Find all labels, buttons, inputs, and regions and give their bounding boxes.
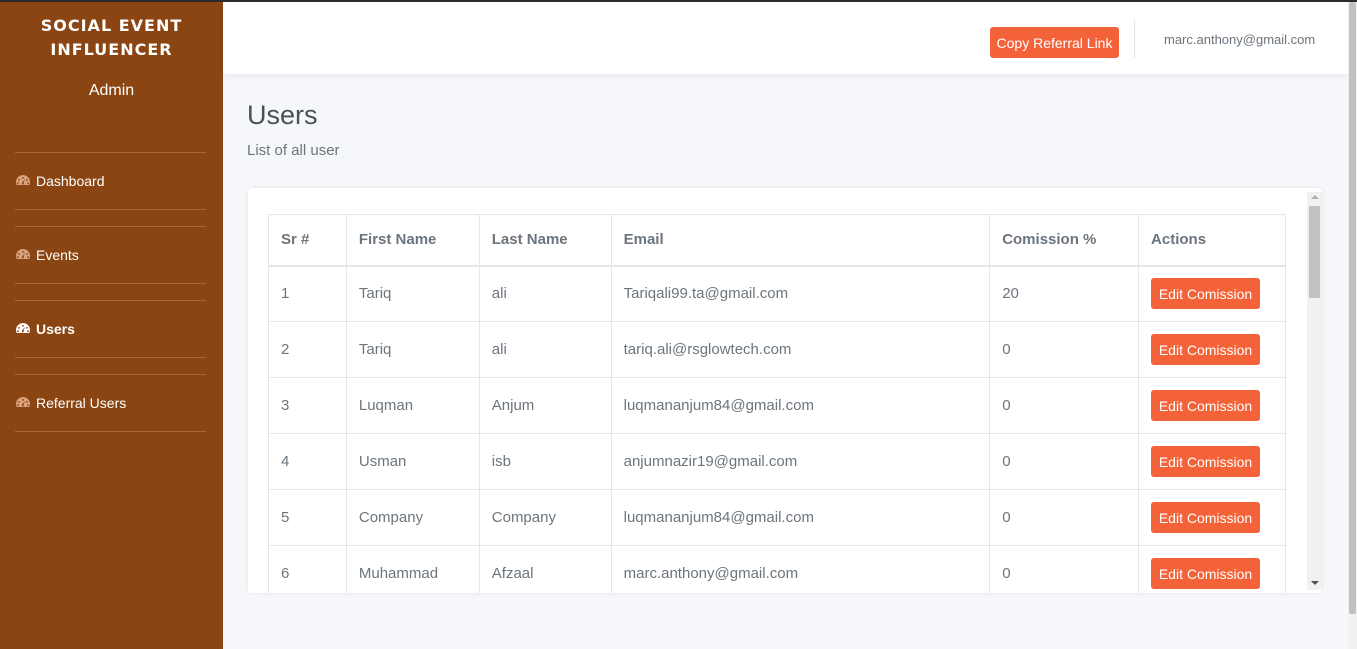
sidebar-item-dashboard[interactable]: Dashboard bbox=[15, 173, 105, 189]
edit-commission-button[interactable]: Edit Comission bbox=[1151, 334, 1261, 365]
sidebar-group-users: Users bbox=[15, 300, 206, 358]
scroll-up-arrow-icon[interactable] bbox=[1311, 195, 1319, 199]
top-header: Copy Referral Link marc.anthony@gmail.co… bbox=[223, 2, 1348, 74]
cell-sr: 4 bbox=[268, 433, 347, 490]
table-row: 3 Luqman Anjum luqmananjum84@gmail.com 0… bbox=[268, 377, 1286, 434]
page-scrollbar-thumb[interactable] bbox=[1349, 2, 1356, 614]
table-row: 5 Company Company luqmananjum84@gmail.co… bbox=[268, 489, 1286, 546]
cell-commission: 0 bbox=[989, 321, 1140, 378]
user-email-menu[interactable]: marc.anthony@gmail.com bbox=[1164, 32, 1315, 47]
brand-line-1: SOCIAL EVENT bbox=[40, 16, 183, 35]
cell-last-name: Company bbox=[478, 489, 612, 546]
cell-email: tariq.ali@rsglowtech.com bbox=[610, 321, 991, 378]
copy-referral-link-button[interactable]: Copy Referral Link bbox=[990, 27, 1119, 58]
column-header-first-name[interactable]: First Name bbox=[345, 214, 480, 267]
page-title: Users bbox=[247, 100, 318, 130]
column-header-sr[interactable]: Sr # bbox=[268, 214, 347, 267]
cell-sr: 6 bbox=[268, 545, 347, 593]
column-header-actions: Actions bbox=[1138, 214, 1286, 267]
sidebar-item-users[interactable]: Users bbox=[15, 321, 75, 337]
table-scrollbar[interactable] bbox=[1307, 192, 1322, 590]
cell-first-name: Luqman bbox=[345, 377, 480, 434]
cell-commission: 0 bbox=[989, 377, 1140, 434]
cell-commission: 0 bbox=[989, 433, 1140, 490]
cell-sr: 3 bbox=[268, 377, 347, 434]
cell-last-name: Afzaal bbox=[478, 545, 612, 593]
sidebar-item-events[interactable]: Events bbox=[15, 247, 79, 263]
table-row: 4 Usman isb anjumnazir19@gmail.com 0 Edi… bbox=[268, 433, 1286, 490]
table-row: 2 Tariq ali tariq.ali@rsglowtech.com 0 E… bbox=[268, 321, 1286, 378]
user-role: Admin bbox=[88, 82, 135, 99]
column-header-email[interactable]: Email bbox=[610, 214, 991, 267]
edit-commission-button[interactable]: Edit Comission bbox=[1151, 502, 1261, 533]
cell-email: anjumnazir19@gmail.com bbox=[610, 433, 991, 490]
cell-email: marc.anthony@gmail.com bbox=[610, 545, 991, 593]
cell-sr: 5 bbox=[268, 489, 347, 546]
sidebar-item-label: Dashboard bbox=[36, 173, 105, 189]
sidebar-nav: Dashboard Events Users Referral Users bbox=[15, 152, 206, 448]
table-row: 1 Tariq ali Tariqali99.ta@gmail.com 20 E… bbox=[268, 265, 1286, 322]
scroll-down-arrow-icon[interactable] bbox=[1311, 581, 1319, 585]
dashboard-gauge-icon bbox=[15, 395, 31, 411]
cell-actions: Edit Comission bbox=[1138, 377, 1286, 434]
column-header-last-name[interactable]: Last Name bbox=[478, 214, 612, 267]
cell-actions: Edit Comission bbox=[1138, 489, 1286, 546]
cell-actions: Edit Comission bbox=[1138, 265, 1286, 322]
cell-commission: 0 bbox=[989, 489, 1140, 546]
cell-first-name: Tariq bbox=[345, 265, 480, 322]
page-subtitle: List of all user bbox=[247, 142, 340, 159]
edit-commission-button[interactable]: Edit Comission bbox=[1151, 446, 1261, 477]
cell-actions: Edit Comission bbox=[1138, 321, 1286, 378]
edit-commission-button[interactable]: Edit Comission bbox=[1151, 558, 1261, 589]
sidebar-group-referral-users: Referral Users bbox=[15, 374, 206, 432]
brand-logo-text[interactable]: SOCIAL EVENT INFLUENCER bbox=[0, 2, 223, 62]
sidebar-group-events: Events bbox=[15, 226, 206, 284]
cell-email: Tariqali99.ta@gmail.com bbox=[610, 265, 991, 322]
cell-commission: 0 bbox=[989, 545, 1140, 593]
page-scrollbar[interactable] bbox=[1348, 2, 1357, 649]
edit-commission-button[interactable]: Edit Comission bbox=[1151, 390, 1261, 421]
cell-commission: 20 bbox=[989, 265, 1140, 322]
cell-email: luqmananjum84@gmail.com bbox=[610, 377, 991, 434]
users-table: Sr # First Name Last Name Email Comissio… bbox=[268, 214, 1286, 593]
sidebar-item-label: Users bbox=[36, 321, 75, 337]
cell-first-name: Usman bbox=[345, 433, 480, 490]
cell-sr: 2 bbox=[268, 321, 347, 378]
cell-first-name: Company bbox=[345, 489, 480, 546]
column-header-commission[interactable]: Comission % bbox=[989, 214, 1140, 267]
cell-email: luqmananjum84@gmail.com bbox=[610, 489, 991, 546]
cell-last-name: ali bbox=[478, 265, 612, 322]
users-card: Sr # First Name Last Name Email Comissio… bbox=[248, 188, 1322, 593]
cell-actions: Edit Comission bbox=[1138, 545, 1286, 593]
cell-first-name: Tariq bbox=[345, 321, 480, 378]
sidebar-item-label: Events bbox=[36, 247, 79, 263]
cell-last-name: ali bbox=[478, 321, 612, 378]
sidebar-item-referral-users[interactable]: Referral Users bbox=[15, 395, 126, 411]
sidebar: SOCIAL EVENT INFLUENCER Admin Dashboard … bbox=[0, 2, 223, 649]
cell-last-name: isb bbox=[478, 433, 612, 490]
header-divider bbox=[1134, 20, 1135, 58]
cell-sr: 1 bbox=[268, 265, 347, 322]
table-row: 6 Muhammad Afzaal marc.anthony@gmail.com… bbox=[268, 545, 1286, 593]
sidebar-item-label: Referral Users bbox=[36, 395, 127, 411]
cell-first-name: Muhammad bbox=[345, 545, 480, 593]
dashboard-gauge-icon bbox=[15, 173, 31, 189]
brand-line-2: INFLUENCER bbox=[50, 40, 173, 59]
table-wrapper[interactable]: Sr # First Name Last Name Email Comissio… bbox=[268, 214, 1286, 593]
dashboard-gauge-icon bbox=[15, 247, 31, 263]
table-header-row: Sr # First Name Last Name Email Comissio… bbox=[268, 214, 1286, 267]
cell-last-name: Anjum bbox=[478, 377, 612, 434]
table-scrollbar-thumb[interactable] bbox=[1309, 206, 1320, 298]
edit-commission-button[interactable]: Edit Comission bbox=[1151, 278, 1261, 310]
cell-actions: Edit Comission bbox=[1138, 433, 1286, 490]
sidebar-group-dashboard: Dashboard bbox=[15, 152, 206, 210]
dashboard-gauge-icon bbox=[15, 321, 31, 337]
